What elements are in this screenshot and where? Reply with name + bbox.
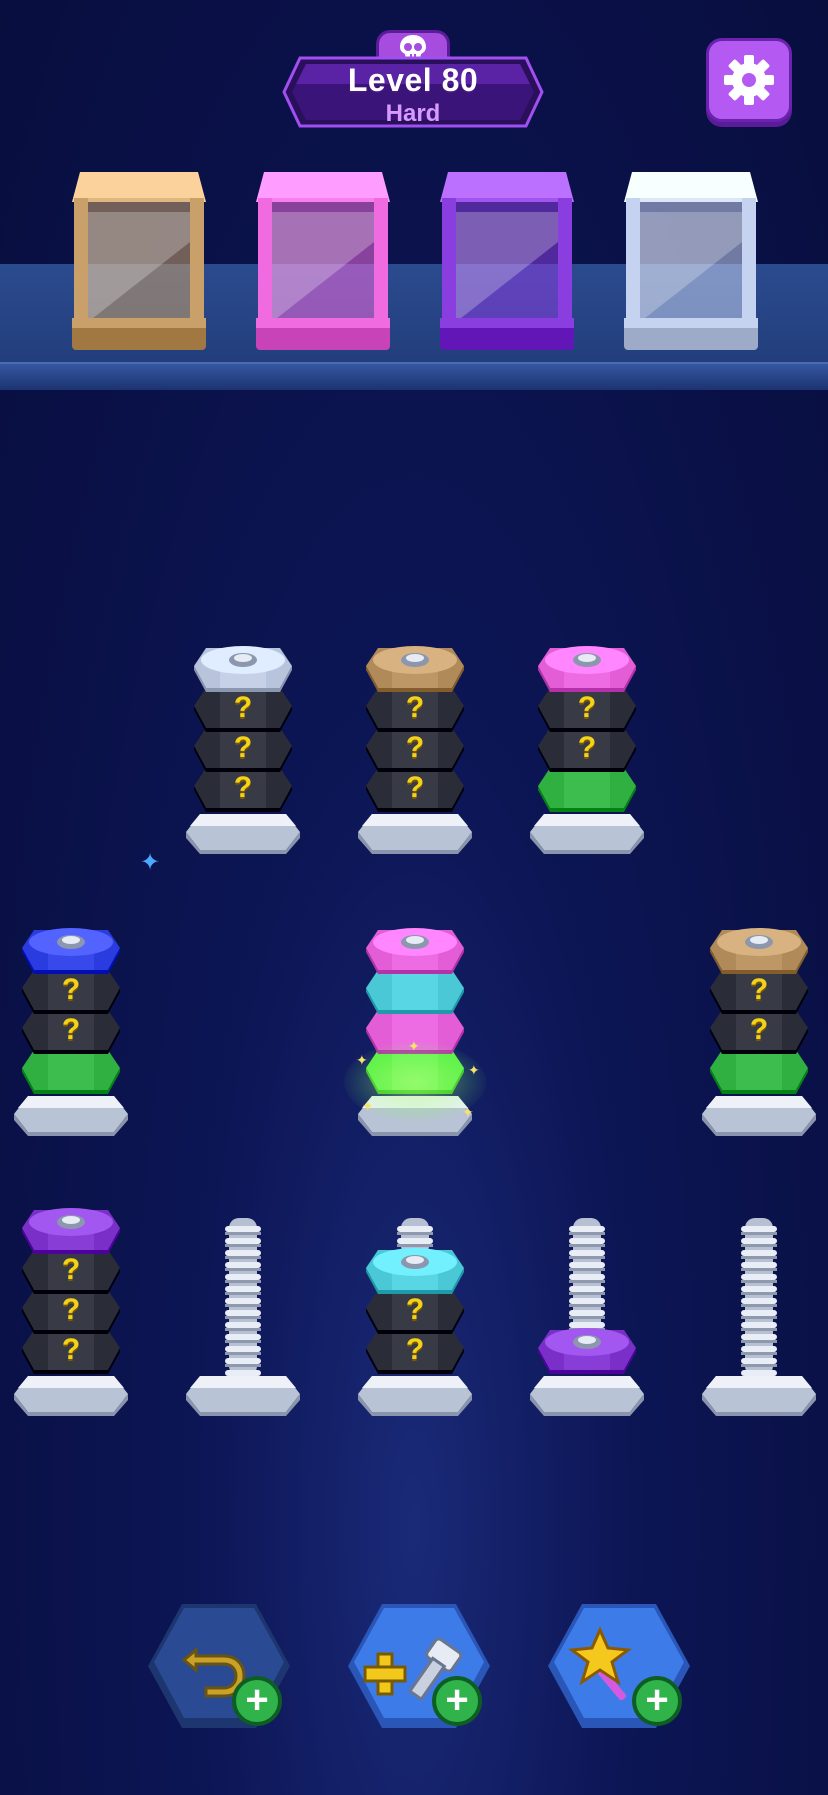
level-title: Level 80 xyxy=(347,62,479,98)
hidden-marker: ? xyxy=(749,973,769,1006)
pink-box xyxy=(256,172,390,350)
plus-badge-icon: + xyxy=(232,1676,282,1726)
plus-badge-icon: + xyxy=(632,1676,682,1726)
sparkle-icon: ✦ xyxy=(462,1104,474,1120)
hidden-marker: ? xyxy=(233,771,253,804)
screw-thread xyxy=(739,1218,779,1379)
nut-purple xyxy=(538,1326,636,1374)
level-badge: Level 80 Hard xyxy=(282,30,544,130)
bolt-base xyxy=(14,1092,128,1136)
lightblue-box xyxy=(624,172,758,350)
hidden-marker: ? xyxy=(405,1333,425,1366)
undo-button[interactable]: + xyxy=(144,1600,294,1740)
nut-pink xyxy=(538,644,636,692)
difficulty-label: Hard xyxy=(385,100,441,127)
nut-pink xyxy=(366,926,464,974)
hidden-marker: ? xyxy=(61,973,81,1006)
nut-purple xyxy=(22,1206,120,1254)
hidden-marker: ? xyxy=(405,691,425,724)
hidden-marker: ? xyxy=(233,731,253,764)
screw-thread xyxy=(567,1218,607,1343)
purple-box xyxy=(440,172,574,350)
hidden-marker: ? xyxy=(405,1293,425,1326)
nut-silver xyxy=(194,644,292,692)
nut-blue xyxy=(22,926,120,974)
sparkle-icon: ✦ xyxy=(362,1098,374,1114)
hidden-marker: ? xyxy=(577,731,597,764)
bolt-base xyxy=(358,810,472,854)
nut-tan xyxy=(710,926,808,974)
sparkle-icon: ✦ xyxy=(408,1038,420,1054)
sparkle-icon: ✦ xyxy=(468,1062,480,1078)
plus-badge-icon: + xyxy=(432,1676,482,1726)
bolt-base xyxy=(14,1372,128,1416)
hidden-marker: ? xyxy=(61,1253,81,1286)
hidden-marker: ? xyxy=(61,1013,81,1046)
magic-wand-button[interactable]: + xyxy=(544,1600,694,1740)
bolt-base xyxy=(186,1372,300,1416)
bolt-base xyxy=(530,810,644,854)
gear-icon xyxy=(724,55,774,105)
sparkle-icon: ✦ xyxy=(140,849,161,876)
bolt-base xyxy=(530,1372,644,1416)
hidden-marker: ? xyxy=(61,1333,81,1366)
bolt-base xyxy=(358,1372,472,1416)
hidden-marker: ? xyxy=(405,771,425,804)
nut-tan xyxy=(366,644,464,692)
screw-thread xyxy=(223,1218,263,1379)
add-bolt-button[interactable]: + xyxy=(344,1600,494,1740)
shelf-edge xyxy=(0,362,828,390)
tan-box xyxy=(72,172,206,350)
settings-button[interactable] xyxy=(706,38,792,122)
bolt-base xyxy=(186,810,300,854)
hidden-marker: ? xyxy=(233,691,253,724)
nut-cyan xyxy=(366,1246,464,1294)
hidden-marker: ? xyxy=(405,731,425,764)
bolt-base xyxy=(702,1372,816,1416)
sparkle-icon: ✦ xyxy=(356,1052,368,1068)
bolt-base xyxy=(702,1092,816,1136)
hidden-marker: ? xyxy=(577,691,597,724)
hidden-marker: ? xyxy=(61,1293,81,1326)
hidden-marker: ? xyxy=(749,1013,769,1046)
